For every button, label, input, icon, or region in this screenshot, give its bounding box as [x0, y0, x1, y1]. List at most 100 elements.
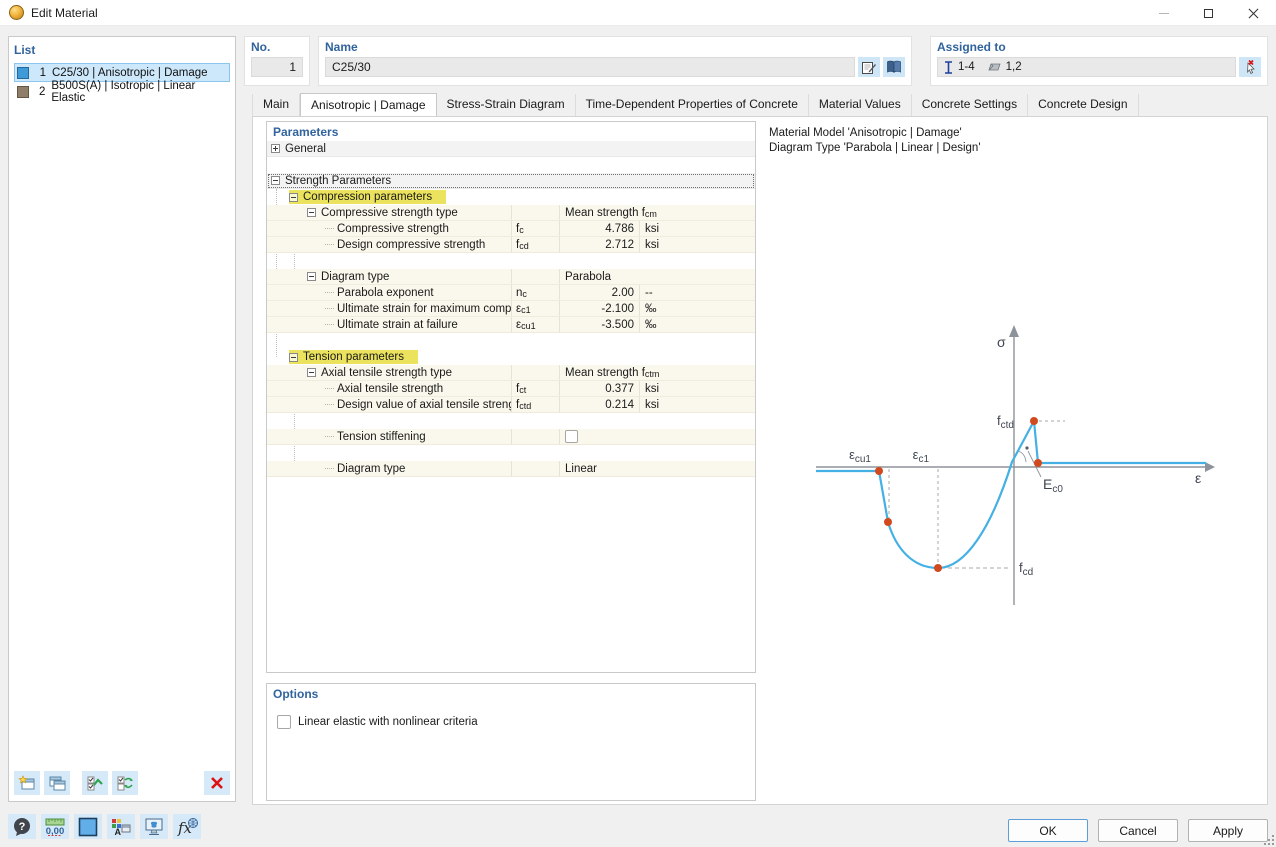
- copy-material-button[interactable]: [44, 771, 70, 795]
- param-row-compression-parameters[interactable]: Compression parameters: [267, 189, 755, 205]
- select-all-button[interactable]: [82, 771, 108, 795]
- tab-time-dependent-properties[interactable]: Time-Dependent Properties of Concrete: [576, 94, 809, 116]
- pointer-x-icon: [1242, 59, 1258, 75]
- tab-concrete-settings[interactable]: Concrete Settings: [912, 94, 1028, 116]
- param-row-compressive-strength[interactable]: Compressive strength fc 4.786 ksi: [267, 221, 755, 237]
- row-value[interactable]: 2.712: [560, 237, 640, 252]
- row-label: Diagram type: [321, 271, 389, 283]
- row-label: Tension parameters: [303, 351, 404, 363]
- resize-grip[interactable]: [1264, 835, 1274, 845]
- row-value[interactable]: Parabola: [560, 269, 755, 284]
- collapse-icon[interactable]: [307, 272, 316, 281]
- number-group: No.: [244, 36, 310, 86]
- dialog-actions: OK Cancel Apply: [1008, 819, 1268, 842]
- window-title: Edit Material: [31, 6, 98, 20]
- material-library-button[interactable]: [883, 57, 905, 77]
- assigned-to-field[interactable]: 1-4 1,2: [937, 57, 1236, 77]
- display-options-button[interactable]: A: [107, 814, 135, 839]
- stress-strain-curve: [816, 421, 1206, 568]
- param-row-diagram-type-tension[interactable]: Diagram type Linear: [267, 461, 755, 477]
- minimize-button[interactable]: [1141, 0, 1186, 26]
- tree-dash: [325, 388, 334, 389]
- invert-selection-button[interactable]: [112, 771, 138, 795]
- row-value[interactable]: Linear: [560, 461, 755, 476]
- material-color-chip: [17, 86, 29, 98]
- delete-material-button[interactable]: [204, 771, 230, 795]
- material-name-field[interactable]: [325, 57, 855, 77]
- row-value[interactable]: 0.214: [560, 397, 640, 412]
- tab-concrete-design[interactable]: Concrete Design: [1028, 94, 1138, 116]
- param-row-general[interactable]: General: [267, 141, 755, 157]
- tab-anisotropic-damage[interactable]: Anisotropic | Damage: [300, 93, 437, 116]
- title-bar: Edit Material: [0, 0, 1276, 26]
- row-label: Axial tensile strength type: [321, 367, 452, 379]
- diagram-type-text: Diagram Type 'Parabola | Linear | Design…: [769, 141, 1265, 156]
- material-number-field[interactable]: [251, 57, 303, 77]
- point-softening: [884, 518, 892, 526]
- view-settings-button[interactable]: [140, 814, 168, 839]
- param-row-ultimate-strain-failure[interactable]: Ultimate strain at failure εcu1 -3.500 ‰: [267, 317, 755, 333]
- maximize-button[interactable]: [1186, 0, 1231, 26]
- tension-stiffening-checkbox[interactable]: [565, 430, 578, 443]
- param-row-diagram-type-compression[interactable]: Diagram type Parabola: [267, 269, 755, 285]
- ok-button[interactable]: OK: [1008, 819, 1088, 842]
- param-row-compressive-strength-type[interactable]: Compressive strength type Mean strength …: [267, 205, 755, 221]
- search-highlight: Tension parameters: [289, 350, 418, 364]
- collapse-icon[interactable]: [289, 193, 298, 202]
- list-item-material-2[interactable]: 2 B500S(A) | Isotropic | Linear Elastic: [14, 82, 230, 101]
- list-header: List: [14, 43, 35, 57]
- tab-stress-strain-diagram[interactable]: Stress-Strain Diagram: [437, 94, 576, 116]
- row-value[interactable]: 0.377: [560, 381, 640, 396]
- collapse-icon[interactable]: [271, 176, 280, 185]
- row-value[interactable]: 2.00: [560, 285, 640, 300]
- tab-main[interactable]: Main: [252, 94, 300, 116]
- linear-elastic-nonlinear-criteria-checkbox[interactable]: [277, 715, 291, 729]
- help-icon: ?: [12, 817, 32, 837]
- row-label: Tension stiffening: [337, 431, 426, 443]
- name-group: Name: [318, 36, 912, 86]
- row-value[interactable]: Mean strength fctm: [560, 365, 755, 380]
- formula-fx-icon: fx: [175, 817, 199, 837]
- spacer-row: [267, 445, 755, 461]
- formula-button[interactable]: fx: [173, 814, 201, 839]
- collapse-icon[interactable]: [307, 368, 316, 377]
- tree-dash: [325, 308, 334, 309]
- new-material-button[interactable]: [14, 771, 40, 795]
- search-highlight: Compression parameters: [289, 190, 446, 204]
- collapse-icon[interactable]: [307, 208, 316, 217]
- spacer-row: [267, 413, 755, 429]
- expand-icon[interactable]: [271, 144, 280, 153]
- name-header: Name: [325, 40, 905, 54]
- param-row-strength-parameters[interactable]: Strength Parameters: [267, 173, 755, 189]
- rename-button[interactable]: [858, 57, 880, 77]
- color-swatch-button[interactable]: [74, 814, 102, 839]
- parameters-grid: General Strength Parameters Compression …: [267, 141, 755, 477]
- row-value[interactable]: -3.500: [560, 317, 640, 332]
- close-button[interactable]: [1231, 0, 1276, 26]
- row-unit: ksi: [640, 397, 686, 412]
- param-row-tension-stiffening[interactable]: Tension stiffening: [267, 429, 755, 445]
- close-icon: [1248, 8, 1259, 19]
- row-label: Compression parameters: [303, 191, 432, 203]
- row-value[interactable]: 4.786: [560, 221, 640, 236]
- collapse-icon[interactable]: [289, 353, 298, 362]
- param-row-parabola-exponent[interactable]: Parabola exponent nc 2.00 --: [267, 285, 755, 301]
- material-tabs: Main Anisotropic | Damage Stress-Strain …: [252, 94, 1139, 116]
- cancel-button[interactable]: Cancel: [1098, 819, 1178, 842]
- delete-x-icon: [209, 776, 225, 790]
- row-value[interactable]: Mean strength fcm: [560, 205, 755, 220]
- param-row-axial-tensile-strength-type[interactable]: Axial tensile strength type Mean strengt…: [267, 365, 755, 381]
- units-settings-button[interactable]: 0,00: [41, 814, 69, 839]
- param-row-tension-parameters[interactable]: Tension parameters: [267, 349, 755, 365]
- apply-button[interactable]: Apply: [1188, 819, 1268, 842]
- param-row-design-compressive-strength[interactable]: Design compressive strength fcd 2.712 ks…: [267, 237, 755, 253]
- param-row-ultimate-strain-max-compression[interactable]: Ultimate strain for maximum comp... εc1 …: [267, 301, 755, 317]
- param-row-design-axial-tensile-strength[interactable]: Design value of axial tensile streng... …: [267, 397, 755, 413]
- tab-material-values[interactable]: Material Values: [809, 94, 912, 116]
- fcd-label: fcd: [1019, 560, 1033, 578]
- help-button[interactable]: ?: [8, 814, 36, 839]
- row-value[interactable]: -2.100: [560, 301, 640, 316]
- deselect-objects-button[interactable]: [1239, 57, 1261, 77]
- row-unit: ‰: [640, 317, 686, 332]
- param-row-axial-tensile-strength[interactable]: Axial tensile strength fct 0.377 ksi: [267, 381, 755, 397]
